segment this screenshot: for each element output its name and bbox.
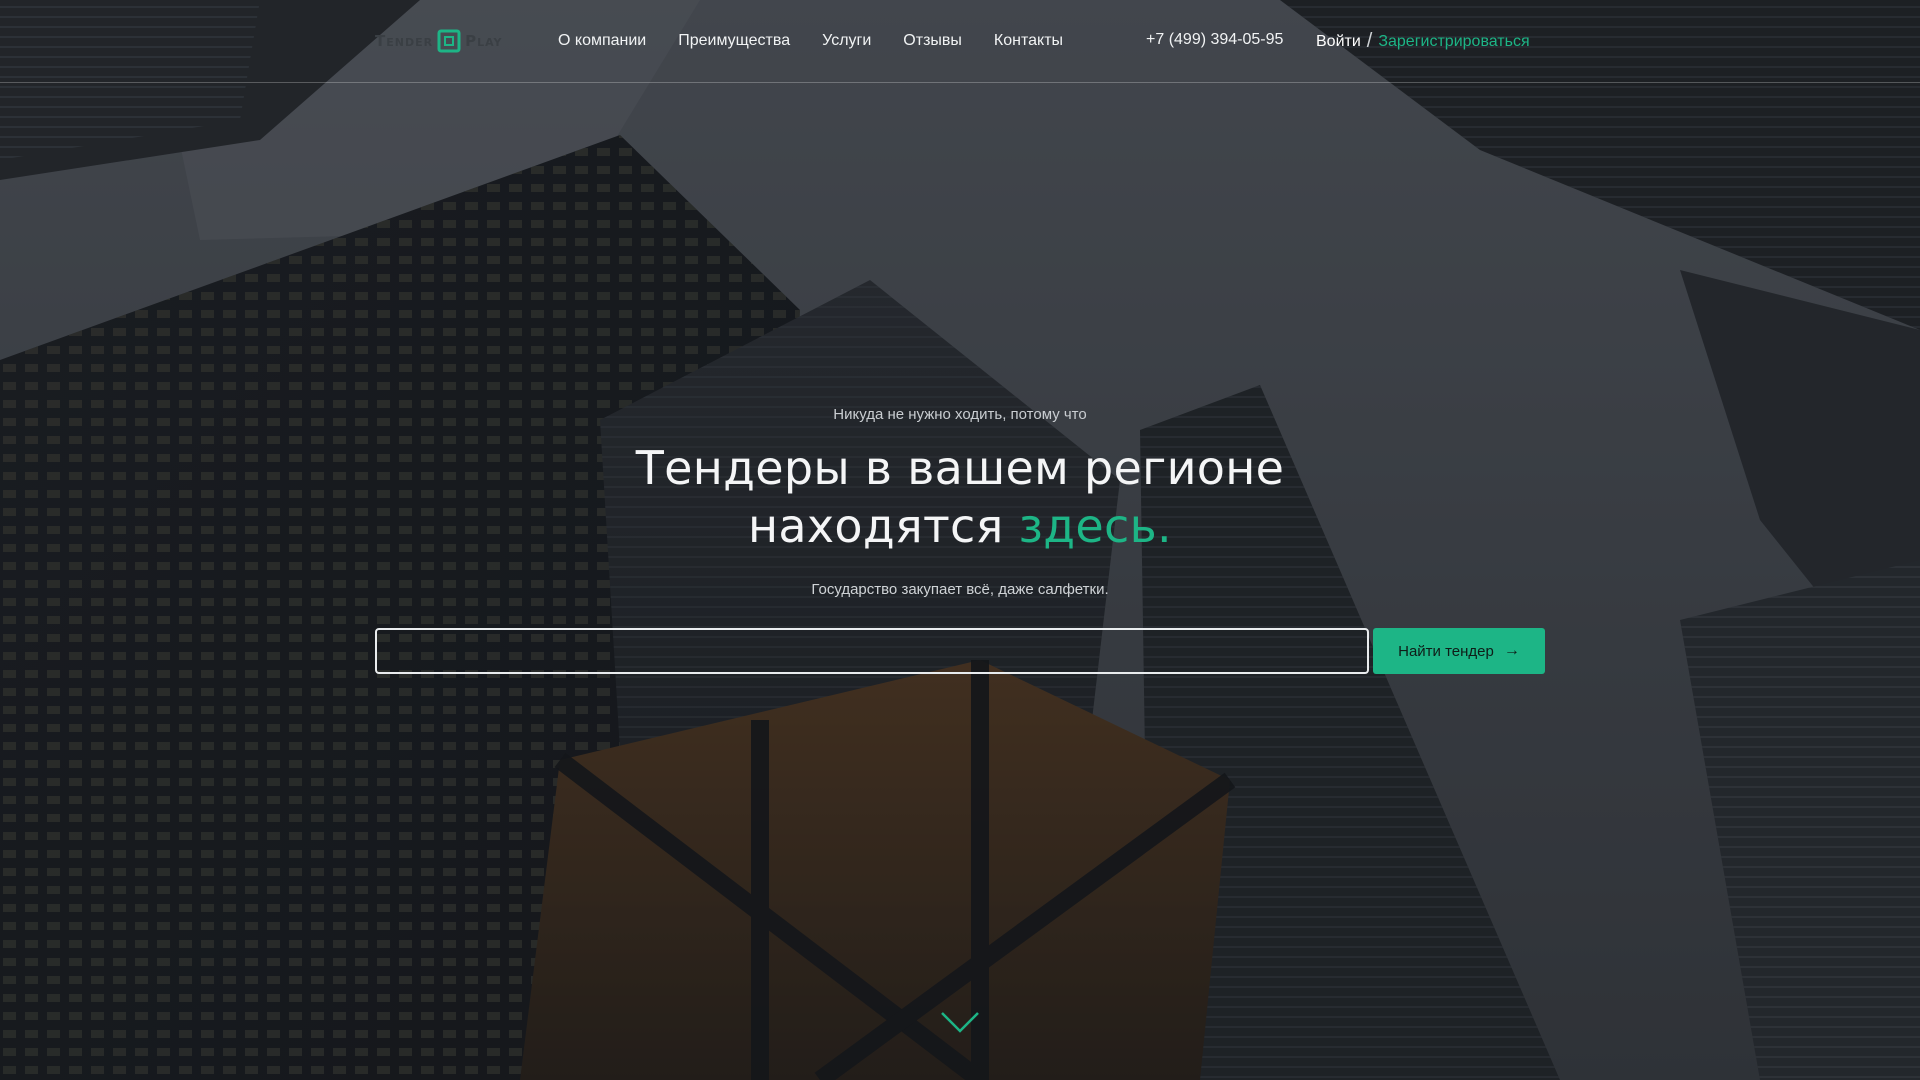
- chevron-down-icon[interactable]: [940, 1010, 980, 1034]
- nav-item-reviews[interactable]: Отзывы: [903, 32, 962, 50]
- logo[interactable]: Tender Play: [375, 24, 503, 58]
- login-link[interactable]: Войти: [1316, 33, 1361, 51]
- main-nav: О компании Преимущества Услуги Отзывы Ко…: [558, 0, 1063, 82]
- nav-item-services[interactable]: Услуги: [822, 32, 871, 50]
- site-header: Tender Play О компании Преимущества Услу…: [0, 0, 1920, 83]
- hero-section: Никуда не нужно ходить, потому что Тенде…: [0, 400, 1920, 598]
- search-row: Найти тендер →: [375, 628, 1545, 674]
- hero-title-accent: здесь.: [1018, 499, 1172, 553]
- nav-item-advantages[interactable]: Преимущества: [678, 32, 790, 50]
- hero-title-line1: Тендеры в вашем регионе: [635, 441, 1285, 495]
- logo-mark-icon: [437, 29, 461, 53]
- nav-item-about[interactable]: О компании: [558, 32, 646, 50]
- hero-title-line2: находятся: [748, 499, 1019, 553]
- hero-title: Тендеры в вашем регионе находятся здесь.: [0, 439, 1920, 555]
- find-tender-button[interactable]: Найти тендер →: [1373, 628, 1545, 674]
- auth-separator: /: [1366, 30, 1373, 52]
- auth-links: Войти / Зарегистрироваться: [1316, 30, 1530, 53]
- tender-search-input[interactable]: [375, 628, 1369, 674]
- nav-item-contacts[interactable]: Контакты: [994, 32, 1063, 50]
- logo-text-play: Play: [465, 32, 503, 50]
- hero-subtitle: Государство закупает всё, даже салфетки.: [811, 581, 1109, 598]
- find-tender-label: Найти тендер: [1398, 642, 1494, 660]
- register-link[interactable]: Зарегистрироваться: [1378, 33, 1529, 51]
- arrow-right-icon: →: [1503, 642, 1520, 659]
- hero-eyebrow: Никуда не нужно ходить, потому что: [833, 406, 1087, 423]
- logo-text-tender: Tender: [375, 32, 434, 50]
- phone-number[interactable]: +7 (499) 394-05-95: [1146, 31, 1283, 49]
